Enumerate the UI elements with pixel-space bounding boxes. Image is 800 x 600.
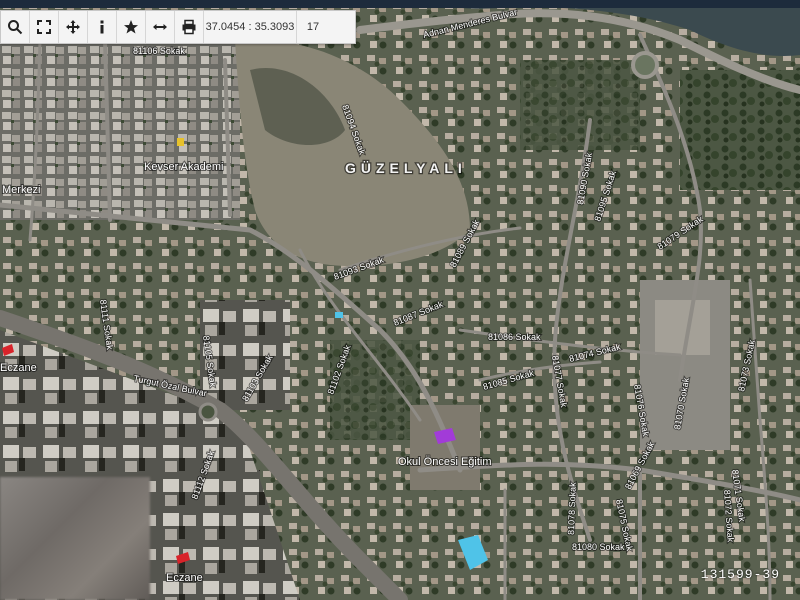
roundabout (631, 51, 659, 79)
print-icon (182, 19, 196, 35)
listing-watermark: 131599-39 (700, 567, 780, 582)
place-label-school[interactable]: Okul Öncesi Eğitim (397, 455, 493, 469)
measure-button[interactable] (146, 11, 175, 43)
roundabout-south (198, 402, 218, 422)
construction-pad (655, 300, 710, 355)
road-label-r10: 81086 Sokak (488, 332, 541, 342)
school-yard (410, 405, 480, 490)
place-label-center[interactable]: Merkezi (1, 183, 42, 197)
search-button[interactable] (1, 11, 30, 43)
road-label-r2: 81106 Sokak (133, 46, 185, 56)
coordinates-readout: 37.0454 : 35.3093 (204, 11, 297, 43)
road-label-r24: 81078 Sokak (566, 482, 578, 535)
fullscreen-button[interactable] (30, 11, 59, 43)
move-icon (66, 20, 80, 34)
info-button[interactable] (88, 11, 117, 43)
district-label: GÜZELYALI (345, 160, 467, 176)
top-header-bar (0, 0, 800, 8)
favorite-button[interactable] (117, 11, 146, 43)
place-label-pharmacy-west[interactable]: Eczane (0, 361, 38, 375)
academy-marker[interactable] (177, 138, 184, 146)
place-label-pharmacy-south[interactable]: Eczane (165, 571, 204, 585)
tree-area-north (520, 60, 640, 150)
search-icon (8, 20, 23, 35)
measure-icon (153, 24, 167, 30)
pan-button[interactable] (59, 11, 88, 43)
fullscreen-icon (37, 20, 51, 34)
map-toolbar: 37.0454 : 35.3093 17 (0, 10, 356, 44)
place-label-academy[interactable]: Kevser Akademi (143, 160, 224, 174)
print-button[interactable] (175, 11, 204, 43)
zoom-level: 17 (306, 21, 320, 33)
small-pool (335, 312, 343, 318)
info-icon (100, 20, 104, 34)
star-icon (124, 20, 138, 34)
blurred-overlay (0, 477, 150, 600)
road-label-r26: 81080 Sokak (572, 542, 625, 552)
